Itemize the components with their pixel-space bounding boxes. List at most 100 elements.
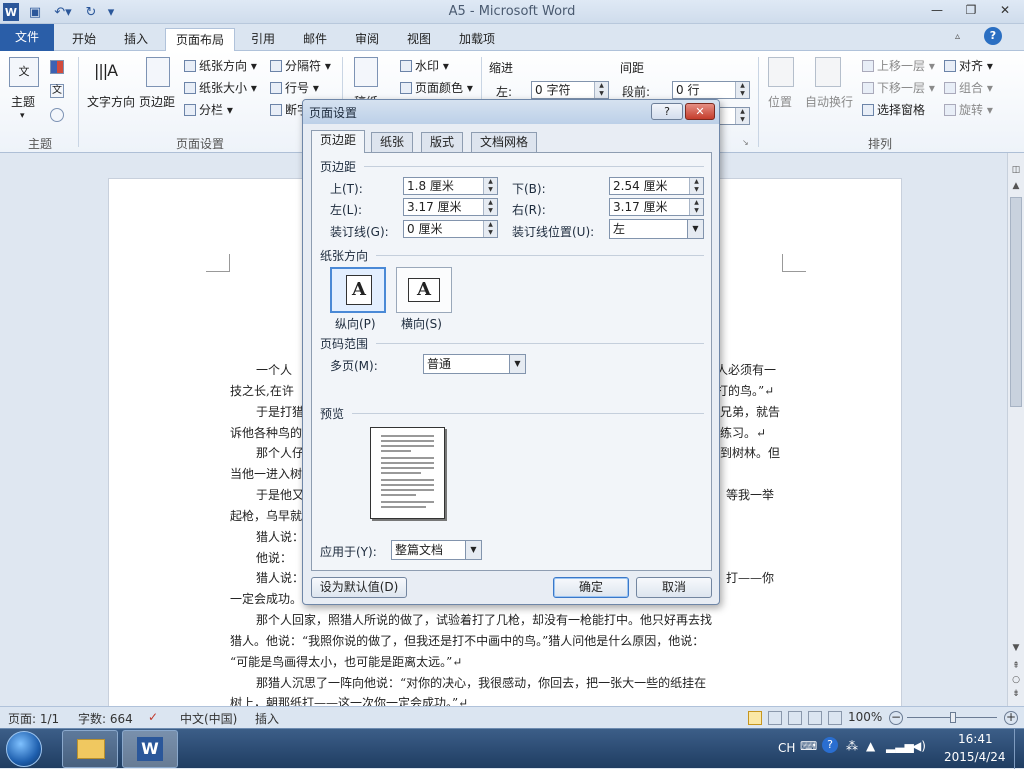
margins-button[interactable]: 页边距 <box>139 93 175 110</box>
word-taskbar-icon[interactable]: W <box>122 730 178 768</box>
margins-icon[interactable] <box>146 57 170 87</box>
page-color-button[interactable]: 页面颜色 ▾ <box>400 79 473 96</box>
text-direction-button[interactable]: 文字方向 <box>87 93 135 110</box>
tab-layout[interactable]: 版式 <box>421 132 464 152</box>
multiple-pages-select[interactable]: 普通 ▼ <box>423 354 526 374</box>
landscape-option[interactable]: A <box>396 267 452 313</box>
vertical-scrollbar[interactable]: ◫ ▲ ▼ ⇞ ○ ⇟ <box>1007 153 1024 706</box>
tab-addins[interactable]: 加载项 <box>449 28 505 51</box>
chevron-down-icon[interactable]: ▼ <box>465 541 481 559</box>
tab-review[interactable]: 审阅 <box>345 28 389 51</box>
columns-button[interactable]: 分栏 ▾ <box>184 101 233 118</box>
page-count[interactable]: 页面: 1/1 <box>8 710 59 727</box>
spacing-spin-icon[interactable]: ▲ ▼ <box>735 82 749 98</box>
indent-left-input[interactable]: 0 字符 ▲ ▼ <box>531 81 609 99</box>
tab-home[interactable]: 开始 <box>62 28 106 51</box>
gutter-input[interactable]: 0 厘米 ▲ ▼ <box>403 220 498 238</box>
bottom-margin-input[interactable]: 2.54 厘米 ▲ ▼ <box>609 177 704 195</box>
align-button[interactable]: 对齐 ▾ <box>944 57 993 74</box>
spin-icon[interactable]: ▲ ▼ <box>483 221 497 237</box>
restore-icon[interactable]: ❐ <box>960 3 982 21</box>
gutter-position-select[interactable]: 左 ▼ <box>609 219 704 239</box>
tab-insert[interactable]: 插入 <box>114 28 158 51</box>
file-explorer-taskbar-icon[interactable] <box>62 730 118 768</box>
start-button-icon[interactable] <box>6 731 42 767</box>
scroll-down-icon[interactable]: ▼ <box>1009 641 1023 655</box>
page-borders-icon[interactable] <box>354 57 378 87</box>
close-window-icon[interactable]: ✕ <box>994 3 1016 21</box>
wrap-text-button[interactable]: 自动换行 <box>805 93 853 110</box>
clock-date[interactable]: 2015/4/24 <box>944 750 1006 764</box>
show-hidden-icons[interactable]: ▲ <box>866 739 875 753</box>
right-margin-input[interactable]: 3.17 厘米 ▲ ▼ <box>609 198 704 216</box>
network-icon[interactable]: ▂▃▅ <box>886 739 914 753</box>
zoom-slider-thumb[interactable] <box>950 712 956 723</box>
minimize-icon[interactable]: — <box>926 3 948 21</box>
send-backward-button[interactable]: 下移一层 ▾ <box>862 79 935 96</box>
outline-icon[interactable] <box>808 711 822 725</box>
group-button[interactable]: 组合 ▾ <box>944 79 993 96</box>
theme-effects-icon[interactable] <box>50 108 64 122</box>
next-page-icon[interactable]: ⇟ <box>1009 687 1023 701</box>
rotate-button[interactable]: 旋转 ▾ <box>944 101 993 118</box>
size-button[interactable]: 纸张大小 ▾ <box>184 79 257 96</box>
draft-icon[interactable] <box>828 711 842 725</box>
text-direction-icon[interactable]: |||A <box>94 57 124 87</box>
paragraph-launcher-icon[interactable]: ↘ <box>742 138 749 147</box>
spacing-after-spin-icon[interactable]: ▲ ▼ <box>735 108 749 124</box>
tab-paper[interactable]: 纸张 <box>371 132 414 152</box>
portrait-option[interactable]: A <box>330 267 386 313</box>
input-language[interactable]: CH <box>778 741 795 755</box>
spin-icon[interactable]: ▲ ▼ <box>483 178 497 194</box>
chevron-down-icon[interactable]: ▼ <box>687 220 703 238</box>
tab-mailings[interactable]: 邮件 <box>293 28 337 51</box>
theme-dropdown-icon[interactable]: ▾ <box>20 111 25 121</box>
help-tray-icon[interactable]: ? <box>822 737 838 753</box>
proofing-icon[interactable]: ✓ <box>148 710 158 724</box>
tab-view[interactable]: 视图 <box>397 28 441 51</box>
print-layout-icon[interactable] <box>748 711 762 725</box>
language-indicator[interactable]: 中文(中国) <box>180 710 237 727</box>
tab-document-grid[interactable]: 文档网格 <box>471 132 538 152</box>
wrap-text-icon[interactable] <box>815 57 841 87</box>
selection-pane-button[interactable]: 选择窗格 <box>862 101 925 118</box>
spin-icon[interactable]: ▲ ▼ <box>483 199 497 215</box>
apply-to-select[interactable]: 整篇文档 ▼ <box>391 540 482 560</box>
indent-spin-icon[interactable]: ▲ ▼ <box>594 82 608 98</box>
scroll-thumb[interactable] <box>1010 197 1022 407</box>
volume-icon[interactable]: ◀) <box>912 739 926 753</box>
zoom-level[interactable]: 100% <box>848 710 882 724</box>
keyboard-icon[interactable]: ⌨ <box>800 739 817 753</box>
line-numbers-button[interactable]: 行号 ▾ <box>270 79 319 96</box>
ruler-toggle-icon[interactable]: ◫ <box>1009 163 1023 177</box>
theme-colors-icon[interactable] <box>50 60 64 74</box>
dialog-titlebar[interactable]: 页面设置 ? ✕ <box>303 100 719 124</box>
prev-page-icon[interactable]: ⇞ <box>1009 659 1023 673</box>
tab-file[interactable]: 文件 <box>0 24 54 51</box>
insert-mode[interactable]: 插入 <box>255 710 279 727</box>
zoom-out-icon[interactable]: − <box>889 711 903 725</box>
tab-references[interactable]: 引用 <box>241 28 285 51</box>
bring-forward-button[interactable]: 上移一层 ▾ <box>862 57 935 74</box>
spacing-before-input[interactable]: 0 行 ▲ ▼ <box>672 81 750 99</box>
breaks-button[interactable]: 分隔符 ▾ <box>270 57 331 74</box>
dialog-help-button[interactable]: ? <box>651 103 683 120</box>
spin-icon[interactable]: ▲ ▼ <box>689 178 703 194</box>
theme-icon[interactable]: 文 <box>9 57 39 87</box>
help-icon[interactable]: ? <box>984 27 1002 45</box>
theme-button[interactable]: 主题 <box>11 93 35 110</box>
top-margin-input[interactable]: 1.8 厘米 ▲ ▼ <box>403 177 498 195</box>
dialog-close-button[interactable]: ✕ <box>685 103 715 120</box>
cancel-button[interactable]: 取消 <box>636 577 712 598</box>
left-margin-input[interactable]: 3.17 厘米 ▲ ▼ <box>403 198 498 216</box>
tab-margins[interactable]: 页边距 <box>311 130 366 153</box>
tab-page-layout[interactable]: 页面布局 <box>165 28 236 51</box>
scroll-up-icon[interactable]: ▲ <box>1009 179 1023 193</box>
full-screen-reading-icon[interactable] <box>768 711 782 725</box>
chevron-down-icon[interactable]: ▼ <box>509 355 525 373</box>
theme-fonts-icon[interactable]: 文 <box>50 84 64 98</box>
clock-time[interactable]: 16:41 <box>958 732 993 746</box>
spin-icon[interactable]: ▲ ▼ <box>689 199 703 215</box>
set-default-button[interactable]: 设为默认值(D) <box>311 577 407 598</box>
word-count[interactable]: 字数: 664 <box>78 710 133 727</box>
